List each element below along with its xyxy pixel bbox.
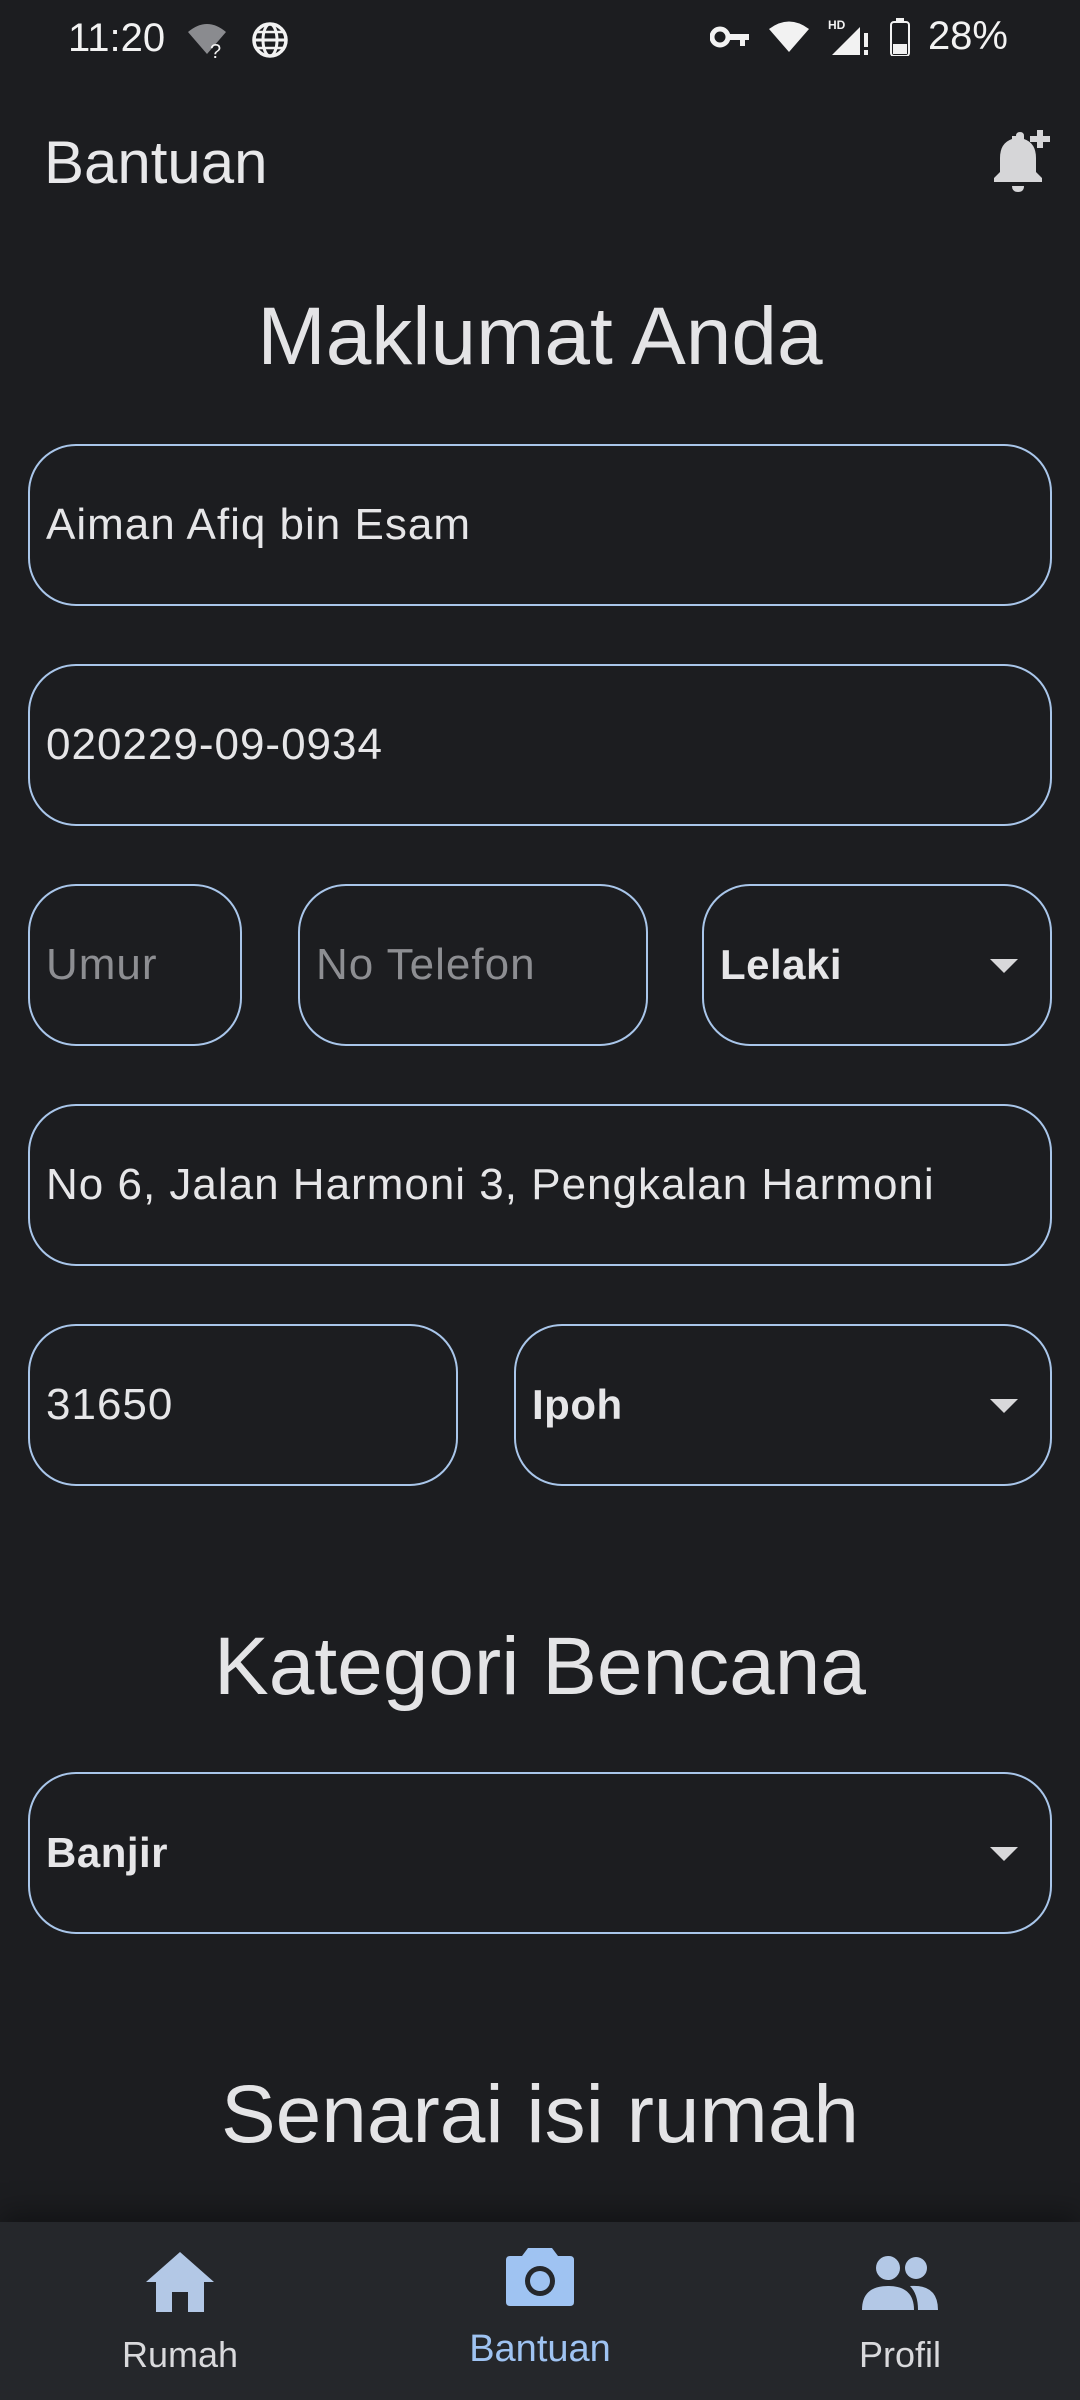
postcode-field[interactable]: 31650 (28, 1324, 458, 1486)
name-field[interactable]: Aiman Afiq bin Esam (28, 444, 1052, 606)
app-bar: Bantuan (0, 112, 1080, 212)
section-title-senarai: Senarai isi rumah (220, 2069, 860, 2160)
status-left-icons: ? (186, 20, 290, 60)
city-dropdown[interactable]: Ipoh (514, 1324, 1052, 1486)
status-bar: 11:20 ? HD 28% (0, 0, 1080, 80)
status-right-icons: HD 28% (709, 14, 1008, 59)
postcode-field-value: 31650 (46, 1380, 174, 1429)
battery-percentage: 28% (927, 14, 1008, 58)
status-time: 11:20 (68, 16, 166, 60)
svg-text:?: ? (210, 41, 221, 60)
bottom-navigation: Rumah Bantuan Profil (0, 2222, 1080, 2400)
nav-item-rumah[interactable]: Rumah (0, 2222, 360, 2400)
chevron-down-icon (990, 1847, 1018, 1861)
phone-field-placeholder: No Telefon (316, 940, 536, 989)
gender-dropdown[interactable]: Lelaki (702, 884, 1052, 1046)
address-field[interactable]: No 6, Jalan Harmoni 3, Pengkalan Harmoni (28, 1104, 1052, 1266)
gender-dropdown-value: Lelaki (720, 941, 843, 988)
disaster-category-dropdown[interactable]: Banjir (28, 1772, 1052, 1934)
home-icon (146, 2252, 214, 2312)
camera-icon (506, 2248, 574, 2306)
age-field-placeholder: Umur (46, 940, 158, 989)
section-title-maklumat: Maklumat Anda (257, 291, 823, 382)
phone-field[interactable]: No Telefon (298, 884, 648, 1046)
page-title: Bantuan (44, 129, 268, 196)
nav-item-bantuan[interactable]: Bantuan (360, 2222, 720, 2400)
section-title-kategori: Kategori Bencana (214, 1621, 866, 1712)
nav-label-profil: Profil (858, 2334, 942, 2375)
age-field[interactable]: Umur (28, 884, 242, 1046)
nav-label-bantuan: Bantuan (469, 2328, 611, 2370)
notification-add-icon (994, 130, 1050, 192)
add-notification-button[interactable] (990, 130, 1050, 194)
disaster-category-value: Banjir (46, 1829, 169, 1876)
city-dropdown-value: Ipoh (532, 1381, 623, 1428)
globe-icon (252, 22, 288, 58)
vpn-key-icon (709, 26, 749, 47)
address-field-value: No 6, Jalan Harmoni 3, Pengkalan Harmoni (46, 1160, 935, 1209)
wifi-icon (768, 21, 809, 52)
chevron-down-icon (990, 959, 1018, 973)
name-field-value: Aiman Afiq bin Esam (46, 500, 471, 549)
nav-item-profil[interactable]: Profil (720, 2222, 1080, 2400)
people-icon (862, 2256, 938, 2310)
wifi-unknown-icon: ? (188, 24, 226, 60)
nav-label-rumah: Rumah (121, 2334, 239, 2375)
ic-number-field-value: 020229-09-0934 (46, 720, 383, 769)
chevron-down-icon (990, 1399, 1018, 1413)
battery-icon (889, 17, 910, 56)
svg-text:HD: HD (828, 18, 846, 32)
cellular-signal-icon: HD (828, 18, 868, 55)
ic-number-field[interactable]: 020229-09-0934 (28, 664, 1052, 826)
